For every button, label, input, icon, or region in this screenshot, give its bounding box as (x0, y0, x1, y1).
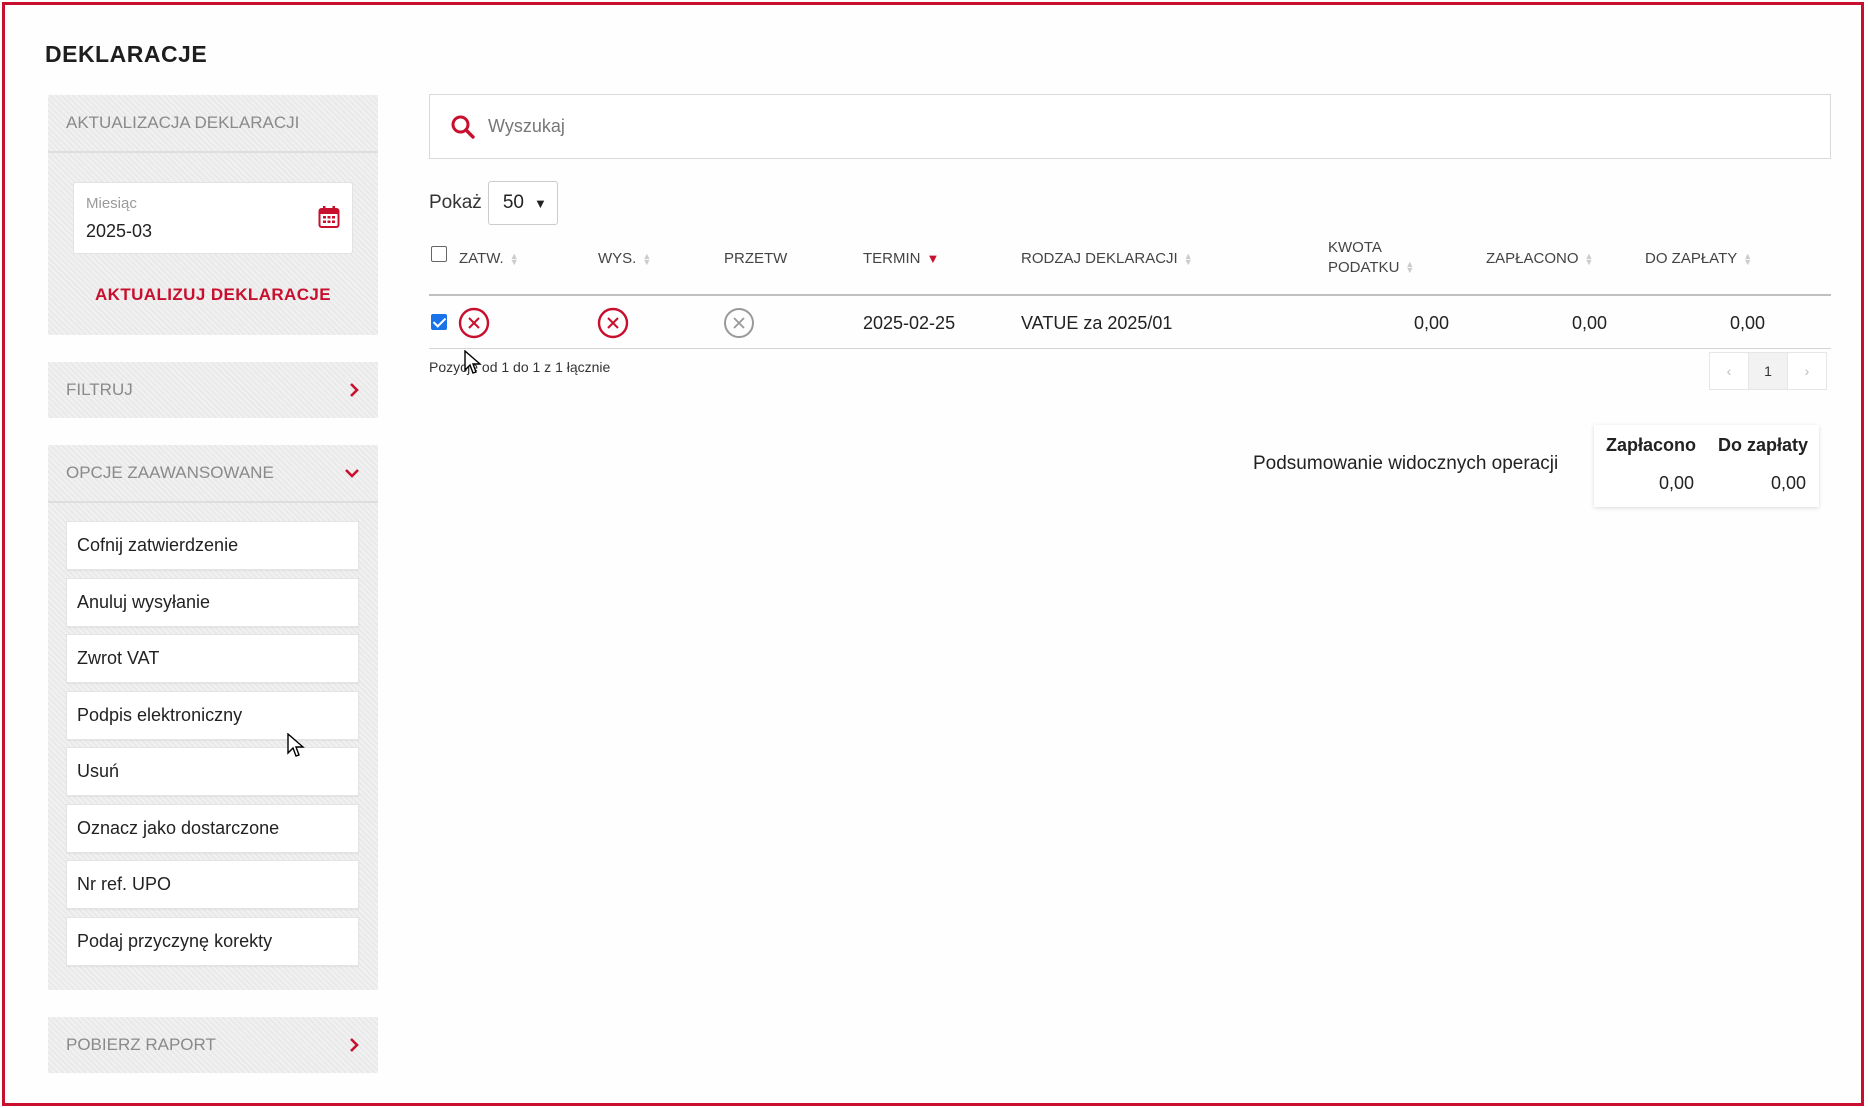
x-circle-icon (597, 307, 629, 339)
month-value[interactable]: 2025-03 (86, 221, 152, 242)
col-header-zatw-label: ZATW. (459, 250, 504, 267)
table-row-divider (429, 348, 1831, 349)
col-header-wys[interactable]: WYS. ▲ ▼ (598, 249, 652, 269)
do-zaplaty-cell: 0,00 (1729, 312, 1765, 333)
sort-icon: ▲ ▼ (1405, 259, 1415, 276)
col-header-kwota[interactable]: KWOTA PODATKU ▲ ▼ (1328, 238, 1415, 277)
col-header-przetw[interactable]: PRZETW (724, 249, 787, 269)
col-header-termin-label: TERMIN (863, 250, 921, 267)
page-size-label: Pokaż (429, 192, 482, 213)
rodzaj-cell: VATUE za 2025/01 (1021, 312, 1173, 333)
col-header-kwota-line2: PODATKU (1328, 258, 1400, 276)
col-header-termin[interactable]: TERMIN ▼ (863, 249, 940, 269)
select-all-checkbox[interactable] (431, 246, 447, 262)
delete-button[interactable]: Usuń (66, 747, 359, 796)
table-info: Pozycje od 1 do 1 z 1 łącznie (429, 359, 611, 375)
mark-delivered-button[interactable]: Oznacz jako dostarczone (66, 803, 359, 853)
update-panel-title: AKTUALIZACJA DEKLARACJI (66, 113, 300, 132)
advanced-options-panel: OPCJE ZAAWANSOWANE Cofnij zatwierdzenie … (48, 445, 378, 990)
sort-icon: ▲ ▼ (509, 250, 519, 267)
sort-icon: ▲ ▼ (642, 250, 652, 267)
divider (48, 151, 378, 153)
page-title: DEKLARACJE (45, 41, 208, 67)
update-declarations-button[interactable]: AKTUALIZUJ DEKLARACJE (48, 285, 378, 305)
report-panel-header[interactable]: POBIERZ RAPORT (48, 1017, 378, 1073)
zatw-status[interactable] (458, 297, 490, 349)
col-header-kwota-line1: KWOTA (1328, 239, 1382, 256)
report-panel[interactable]: POBIERZ RAPORT (48, 1017, 378, 1073)
summary-paid-header: Zapłacono (1606, 435, 1697, 455)
report-panel-title: POBIERZ RAPORT (66, 1035, 216, 1054)
page-1-button[interactable]: 1 (1748, 352, 1788, 390)
vat-refund-button[interactable]: Zwrot VAT (66, 634, 359, 683)
sort-icon: ▲ ▼ (1743, 250, 1753, 267)
x-circle-gray-icon (724, 308, 754, 338)
correction-reason-button[interactable]: Podaj przyczynę korekty (66, 916, 359, 966)
update-panel-header: AKTUALIZACJA DEKLARACJI (48, 95, 378, 151)
search-bar (429, 94, 1831, 159)
col-header-rodzaj-label: RODZAJ DEKLARACJI (1021, 250, 1178, 267)
zaplacono-cell: 0,00 (1571, 312, 1607, 333)
mouse-cursor-icon (287, 733, 305, 757)
upo-ref-button[interactable]: Nr ref. UPO (66, 860, 359, 909)
col-header-wys-label: WYS. (598, 250, 637, 267)
kwota-cell: 0,00 (1413, 312, 1449, 333)
chevron-right-icon (350, 1038, 359, 1052)
advanced-options-title: OPCJE ZAAWANSOWANE (66, 463, 274, 482)
col-header-przetw-label: PRZETW (724, 250, 788, 267)
summary-due-header: Do zapłaty (1718, 435, 1809, 455)
prev-page-button[interactable]: ‹ (1709, 352, 1749, 390)
chevron-down-icon (345, 469, 359, 478)
summary-paid-value: 0,00 (1658, 473, 1694, 493)
undo-approval-button[interactable]: Cofnij zatwierdzenie (66, 521, 359, 570)
divider (48, 501, 378, 503)
row-checkbox[interactable] (431, 314, 447, 330)
table-header-divider (429, 294, 1831, 296)
col-header-zaplacono-label: ZAPŁACONO (1486, 250, 1579, 267)
summary-due-value: 0,00 (1770, 473, 1806, 493)
col-header-do-zaplaty[interactable]: DO ZAPŁATY ▲ ▼ (1645, 249, 1753, 269)
page-size-select[interactable]: 50 ▼ (487, 181, 558, 225)
search-input[interactable] (488, 116, 1788, 137)
summary-box: Zapłacono Do zapłaty 0,00 0,00 (1594, 425, 1819, 507)
page-size-value: 50 (502, 192, 524, 213)
filter-panel-title: FILTRUJ (66, 380, 133, 399)
col-header-do-zaplaty-label: DO ZAPŁATY (1645, 250, 1738, 267)
wys-status[interactable] (597, 297, 629, 349)
pagination: ‹ 1 › (1709, 352, 1827, 390)
advanced-options-header[interactable]: OPCJE ZAAWANSOWANE (48, 445, 378, 501)
table-header: ZATW. ▲ ▼ WYS. ▲ ▼ PRZETW TERMIN ▼ RODZAJ … (429, 235, 1831, 295)
calendar-icon[interactable] (318, 205, 340, 229)
page-size-control: Pokaż 50 ▼ (429, 181, 558, 225)
advanced-options-list: Cofnij zatwierdzenie Anuluj wysyłanie Zw… (66, 521, 359, 973)
table-row[interactable]: 2025-02-25 VATUE za 2025/01 0,00 0,00 0,… (429, 297, 1831, 349)
month-label: Miesiąc (86, 195, 137, 212)
col-header-zaplacono[interactable]: ZAPŁACONO ▲ ▼ (1486, 249, 1593, 269)
chevron-right-icon (350, 383, 359, 397)
e-signature-button[interactable]: Podpis elektroniczny (66, 690, 359, 740)
month-field[interactable]: Miesiąc 2025-03 (73, 182, 353, 254)
mouse-cursor-icon (464, 350, 482, 374)
filter-panel[interactable]: FILTRUJ (48, 362, 378, 418)
search-icon (451, 115, 475, 139)
sort-desc-icon: ▼ (926, 250, 940, 266)
app-frame: DEKLARACJE AKTUALIZACJA DEKLARACJI Miesi… (2, 2, 1864, 1106)
cancel-sending-button[interactable]: Anuluj wysyłanie (66, 577, 359, 627)
filter-panel-header[interactable]: FILTRUJ (48, 362, 378, 418)
next-page-button[interactable]: › (1787, 352, 1827, 390)
chevron-down-icon: ▼ (533, 195, 547, 211)
sort-icon: ▲ ▼ (1183, 250, 1193, 267)
col-header-rodzaj[interactable]: RODZAJ DEKLARACJI ▲ ▼ (1021, 249, 1193, 269)
col-header-zatw[interactable]: ZATW. ▲ ▼ (459, 249, 519, 269)
summary-label: Podsumowanie widocznych operacji (1253, 453, 1559, 474)
update-panel: AKTUALIZACJA DEKLARACJI Miesiąc 2025-03 … (48, 95, 378, 335)
termin-cell: 2025-02-25 (863, 312, 956, 333)
sort-icon: ▲ ▼ (1584, 250, 1594, 267)
x-circle-icon (458, 307, 490, 339)
przetw-status (723, 297, 755, 349)
